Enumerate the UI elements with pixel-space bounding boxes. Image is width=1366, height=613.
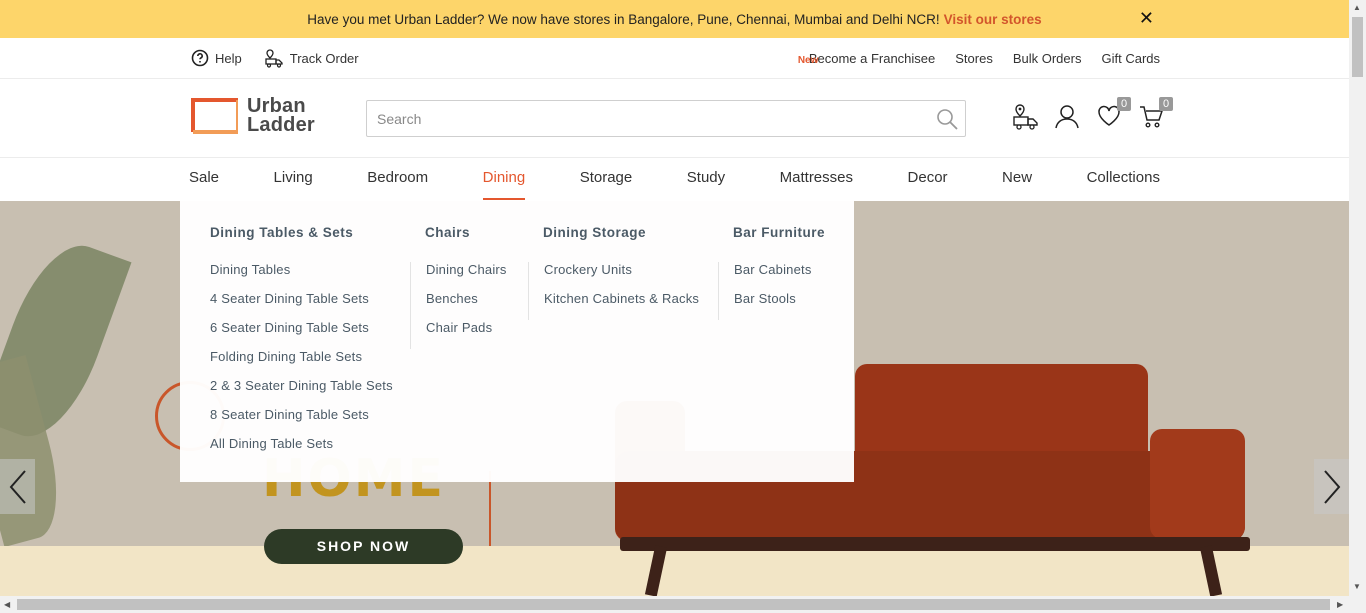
menu-link[interactable]: Benches (426, 291, 507, 320)
announcement-text: Have you met Urban Ladder? We now have s… (307, 11, 940, 27)
nav-item-bedroom[interactable]: Bedroom (367, 158, 428, 201)
track-order-icon (265, 49, 283, 68)
floor-stripe (0, 546, 1349, 596)
nav-item-new[interactable]: New (1002, 158, 1032, 201)
menu-link[interactable]: 2 & 3 Seater Dining Table Sets (210, 378, 393, 407)
chevron-left-icon (9, 469, 26, 504)
nav-item-mattresses[interactable]: Mattresses (780, 158, 853, 201)
dining-mega-menu: Dining Tables & Sets Dining Tables 4 Sea… (180, 201, 854, 482)
track-order-label: Track Order (289, 50, 359, 66)
cart-button[interactable]: 0 (1138, 97, 1173, 131)
sofa-image-part (1150, 429, 1245, 539)
scroll-up-icon[interactable]: ▲ (1353, 3, 1361, 12)
page: Have you met Urban Ladder? We now have s… (0, 0, 1366, 613)
store-delivery-button[interactable] (1012, 103, 1038, 131)
menu-link[interactable]: 4 Seater Dining Table Sets (210, 291, 393, 320)
help-icon (191, 49, 209, 67)
nav-item-decor[interactable]: Decor (908, 158, 948, 201)
announcement-bar: Have you met Urban Ladder? We now have s… (0, 0, 1349, 38)
vertical-scroll-thumb[interactable] (1352, 17, 1363, 77)
become-franchisee-link[interactable]: New Become a Franchisee (798, 50, 936, 66)
menu-link[interactable]: Bar Cabinets (734, 262, 825, 291)
nav-item-study[interactable]: Study (687, 158, 725, 201)
visit-stores-link[interactable]: Visit our stores (944, 12, 1042, 27)
wishlist-button[interactable]: 0 (1096, 97, 1131, 131)
delivery-truck-icon (1013, 104, 1038, 130)
menu-column-heading[interactable]: Dining Tables & Sets (210, 225, 393, 240)
menu-column-heading[interactable]: Dining Storage (543, 225, 699, 240)
category-nav: Sale Living Bedroom Dining Storage Study… (0, 158, 1349, 201)
horizontal-scroll-thumb[interactable] (17, 599, 1330, 610)
carousel-prev-button[interactable] (0, 459, 35, 514)
search-box (366, 100, 966, 137)
menu-link[interactable]: Kitchen Cabinets & Racks (544, 291, 699, 320)
scroll-right-icon[interactable]: ▶ (1337, 600, 1343, 609)
scroll-left-icon[interactable]: ◀ (4, 600, 10, 609)
cart-count-badge: 0 (1159, 97, 1173, 111)
menu-link[interactable]: All Dining Table Sets (210, 436, 393, 465)
nav-item-storage[interactable]: Storage (580, 158, 633, 201)
menu-link[interactable]: 8 Seater Dining Table Sets (210, 407, 393, 436)
menu-link[interactable]: 6 Seater Dining Table Sets (210, 320, 393, 349)
menu-column-bar-furniture: Bar Furniture Bar Cabinets Bar Stools (718, 225, 825, 320)
menu-column-dining-tables: Dining Tables & Sets Dining Tables 4 Sea… (210, 225, 393, 465)
menu-link[interactable]: Folding Dining Table Sets (210, 349, 393, 378)
track-order-link[interactable]: Track Order (264, 48, 359, 68)
menu-link[interactable]: Chair Pads (426, 320, 507, 349)
logo-text-line2: Ladder (247, 114, 315, 136)
menu-column-heading[interactable]: Chairs (425, 225, 507, 240)
help-link[interactable]: Help (191, 49, 242, 67)
new-badge: New (797, 54, 819, 66)
sofa-image-part (620, 537, 1250, 551)
divider-line (489, 471, 491, 556)
bulk-orders-link[interactable]: Bulk Orders (1013, 51, 1082, 66)
gift-cards-link[interactable]: Gift Cards (1101, 51, 1160, 66)
menu-column-heading[interactable]: Bar Furniture (733, 225, 825, 240)
account-button[interactable] (1054, 103, 1080, 131)
close-icon[interactable]: ✕ (1139, 9, 1154, 27)
menu-column-chairs: Chairs Dining Chairs Benches Chair Pads (410, 225, 507, 349)
wishlist-count-badge: 0 (1117, 97, 1131, 111)
search-icon[interactable] (935, 107, 959, 131)
carousel-next-button[interactable] (1314, 459, 1349, 514)
menu-link[interactable]: Crockery Units (544, 262, 699, 291)
utility-bar: Help Track Order New Become a Franchisee… (0, 38, 1349, 79)
menu-link[interactable]: Bar Stools (734, 291, 825, 320)
scroll-down-icon[interactable]: ▼ (1353, 582, 1361, 591)
menu-column-dining-storage: Dining Storage Crockery Units Kitchen Ca… (528, 225, 699, 320)
franchisee-label: Become a Franchisee (808, 50, 936, 66)
main-header: Urban Ladder 0 0 (0, 79, 1349, 158)
search-input[interactable] (367, 101, 927, 136)
nav-item-sale[interactable]: Sale (189, 158, 219, 201)
logo[interactable]: Urban Ladder (191, 96, 315, 136)
nav-item-dining[interactable]: Dining (482, 158, 525, 201)
help-label: Help (215, 50, 242, 66)
menu-link[interactable]: Dining Tables (210, 262, 393, 291)
horizontal-scrollbar[interactable]: ◀ ▶ (0, 596, 1366, 613)
nav-item-collections[interactable]: Collections (1087, 158, 1160, 201)
vertical-scrollbar[interactable]: ▲ ▼ (1349, 0, 1366, 596)
shop-now-button[interactable]: SHOP NOW (264, 529, 463, 564)
nav-item-living[interactable]: Living (274, 158, 313, 201)
chevron-right-icon (1323, 469, 1340, 504)
logo-mark-icon (191, 98, 238, 134)
stores-link[interactable]: Stores (955, 51, 993, 66)
user-icon (1055, 105, 1079, 129)
menu-link[interactable]: Dining Chairs (426, 262, 507, 291)
